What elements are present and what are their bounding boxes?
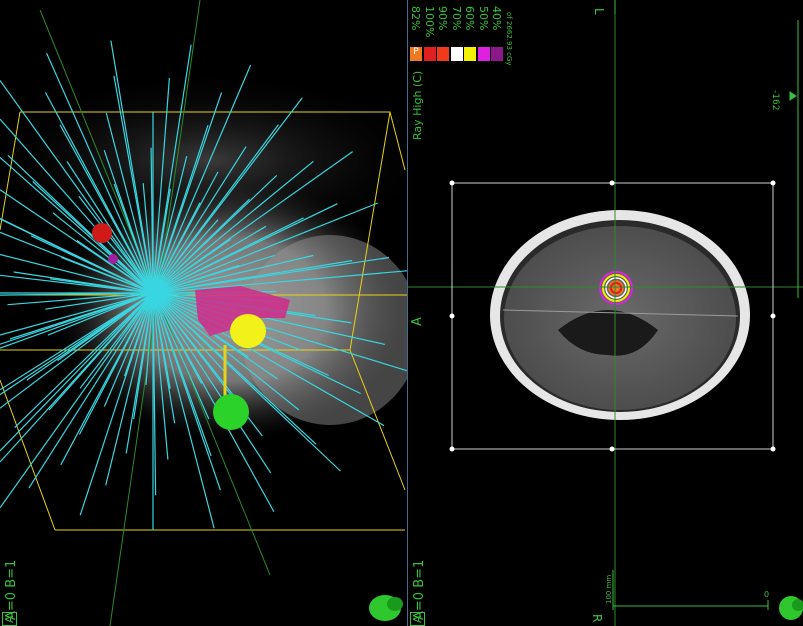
legend-percent-label: 90% [436,6,449,31]
scale-bar-zero: 0 [764,590,770,599]
legend-percent-label: 82% [409,6,422,31]
legend-swatch [450,47,463,61]
legend-percent-label: 40% [490,6,503,31]
red-structure [92,223,112,243]
legend-swatch [423,47,436,61]
orientation-top-label: L [592,8,606,15]
view-3d-canvas[interactable] [0,0,407,626]
legend-swatch [491,47,503,61]
legend-percent-label: 70% [449,6,463,31]
scale-bar [612,570,769,610]
legend-title: Ray High (C) [411,70,424,140]
legend-footer: of 2662.93 cGy [505,12,513,66]
green-structure [213,394,249,430]
legend-swatch [464,47,476,61]
orientation-bottom-label: R [590,614,604,623]
side-marker [789,20,799,298]
legend-swatch [477,47,490,61]
view-axial-letter-badge[interactable]: A [410,612,425,626]
view-3d[interactable]: A=0 B=1 A [0,0,407,626]
scale-bar-label: 100 mm [605,574,613,604]
view-axial-canvas[interactable] [408,0,803,626]
head-3d-icon [779,596,803,620]
view-axial-corner-label: A=0 B=1 [412,559,427,620]
purple-structure [108,254,118,264]
legend-percent-label: 50% [476,6,490,31]
side-tick-label: -162 [770,90,780,111]
legend-header-badge: P [410,47,422,61]
view-3d-letter-badge[interactable]: A [2,612,17,626]
view-axial[interactable]: P 82% 100% 90% 70% 60% 50% 40% Ray High (C) of… [408,0,803,626]
legend-percent-label: 60% [463,6,476,31]
view-3d-corner-label: A=0 B=1 [4,559,19,620]
legend-percent-label: 100% [422,6,436,38]
orientation-left-label: A [410,317,425,326]
legend-swatch [437,47,449,61]
yellow-structure [230,314,266,348]
